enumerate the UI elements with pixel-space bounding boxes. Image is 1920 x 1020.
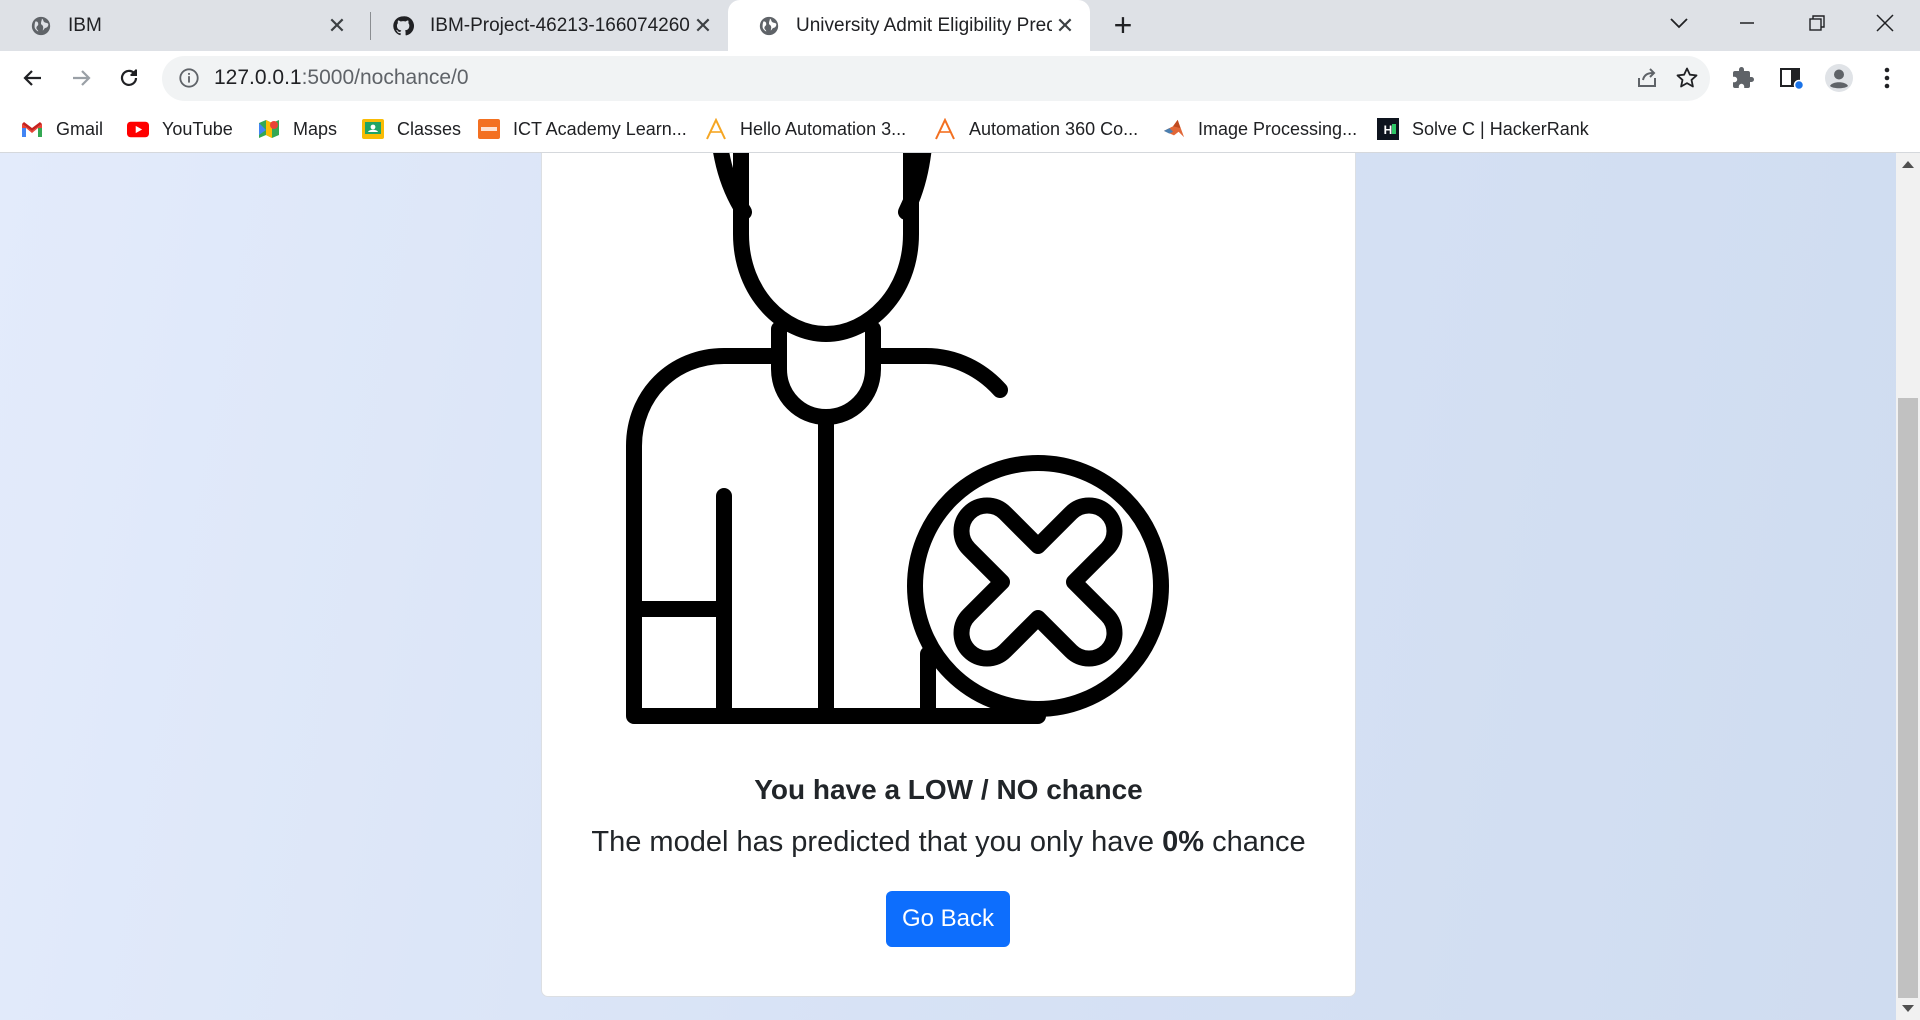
chance-value: 0% bbox=[1162, 826, 1205, 858]
scroll-up-arrow-icon[interactable] bbox=[1902, 161, 1914, 168]
minimize-icon[interactable] bbox=[1727, 8, 1767, 38]
bookmark-classes[interactable]: Classes bbox=[362, 114, 461, 144]
bookmark-star-icon[interactable] bbox=[1672, 63, 1702, 93]
page-scrollbar[interactable] bbox=[1896, 153, 1920, 1020]
classroom-icon bbox=[362, 118, 384, 140]
bookmark-hello-automation[interactable]: Hello Automation 3... bbox=[705, 114, 906, 144]
automation-anywhere-icon bbox=[934, 118, 956, 140]
globe-icon bbox=[759, 16, 779, 35]
close-icon[interactable]: ✕ bbox=[324, 13, 350, 39]
url-path: :5000/nochance/0 bbox=[301, 66, 469, 89]
bookmark-gmail[interactable]: Gmail bbox=[21, 114, 103, 144]
gmail-icon bbox=[21, 118, 43, 140]
profile-avatar-icon[interactable] bbox=[1824, 63, 1854, 93]
go-back-button[interactable]: Go Back bbox=[886, 891, 1010, 947]
hackerrank-icon: H bbox=[1377, 118, 1399, 140]
bookmark-ict-academy[interactable]: ICT Academy Learn... bbox=[478, 114, 687, 144]
forward-icon[interactable] bbox=[64, 61, 98, 95]
close-icon[interactable]: ✕ bbox=[690, 13, 716, 39]
bookmark-label: Hello Automation 3... bbox=[740, 118, 907, 139]
result-description-suffix: chance bbox=[1204, 826, 1306, 858]
scroll-down-arrow-icon[interactable] bbox=[1902, 1005, 1914, 1012]
result-description: The model has predicted that you only ha… bbox=[542, 826, 1355, 859]
bookmark-label: YouTube bbox=[162, 118, 233, 139]
result-description-prefix: The model has predicted that you only ha… bbox=[591, 826, 1163, 858]
url-host: 127.0.0.1 bbox=[214, 66, 302, 89]
address-bar[interactable]: 127.0.0.1:5000/nochance/0 bbox=[162, 56, 1710, 101]
browser-toolbar: 127.0.0.1:5000/nochance/0 bbox=[0, 51, 1920, 106]
bookmark-hackerrank[interactable]: H Solve C | HackerRank bbox=[1377, 114, 1589, 144]
close-icon[interactable]: ✕ bbox=[1052, 13, 1078, 39]
github-icon bbox=[393, 15, 414, 35]
person-rejected-icon bbox=[626, 153, 1169, 724]
extensions-icon[interactable] bbox=[1728, 63, 1758, 93]
ict-academy-icon bbox=[478, 118, 500, 140]
tab-github[interactable]: IBM-Project-46213-1660742603/ ✕ bbox=[362, 0, 728, 51]
tab-search-icon[interactable] bbox=[1659, 8, 1699, 38]
info-icon[interactable] bbox=[178, 67, 200, 89]
back-icon[interactable] bbox=[16, 61, 50, 95]
matlab-icon bbox=[1163, 118, 1185, 140]
tab-ibm[interactable]: IBM ✕ bbox=[0, 0, 362, 51]
tab-strip: IBM ✕ IBM-Project-46213-1660742603/ ✕ Un… bbox=[0, 0, 1920, 51]
side-panel-icon[interactable] bbox=[1776, 63, 1806, 93]
bookmark-label: Maps bbox=[293, 118, 338, 139]
tab-title: University Admit Eligibility Predic bbox=[796, 14, 1052, 36]
tab-title: IBM bbox=[68, 14, 102, 36]
bookmark-label: Automation 360 Co... bbox=[969, 118, 1139, 139]
bookmark-automation-360[interactable]: Automation 360 Co... bbox=[934, 114, 1138, 144]
tab-university-admit[interactable]: University Admit Eligibility Predic ✕ bbox=[728, 0, 1090, 51]
bookmark-image-processing[interactable]: Image Processing... bbox=[1163, 114, 1357, 144]
bookmark-label: Gmail bbox=[56, 118, 104, 139]
new-tab-button[interactable]: + bbox=[1108, 9, 1138, 41]
result-card: You have a LOW / NO chance The model has… bbox=[541, 153, 1356, 997]
svg-text:H: H bbox=[1384, 123, 1393, 137]
automation-anywhere-icon bbox=[705, 118, 727, 140]
url-text[interactable]: 127.0.0.1:5000/nochance/0 bbox=[214, 66, 469, 90]
bookmark-maps[interactable]: Maps bbox=[258, 114, 337, 144]
bookmark-label: Solve C | HackerRank bbox=[1412, 118, 1589, 139]
bookmark-youtube[interactable]: YouTube bbox=[127, 114, 233, 144]
youtube-icon bbox=[127, 118, 149, 140]
page-viewport: You have a LOW / NO chance The model has… bbox=[0, 153, 1896, 1020]
bookmark-label: Classes bbox=[397, 118, 462, 139]
restore-icon[interactable] bbox=[1797, 8, 1837, 38]
globe-icon bbox=[31, 16, 51, 35]
close-window-icon[interactable] bbox=[1865, 8, 1905, 38]
bookmark-label: ICT Academy Learn... bbox=[513, 118, 687, 139]
reload-icon[interactable] bbox=[112, 61, 146, 95]
result-heading: You have a LOW / NO chance bbox=[754, 774, 1143, 805]
maps-icon bbox=[258, 118, 280, 140]
bookmarks-bar: Gmail YouTube Maps Classes ICT Academy L… bbox=[0, 106, 1920, 153]
share-icon[interactable] bbox=[1632, 63, 1662, 93]
tab-title: IBM-Project-46213-1660742603/ bbox=[430, 14, 690, 36]
menu-icon[interactable] bbox=[1872, 63, 1902, 93]
scrollbar-thumb[interactable] bbox=[1898, 398, 1918, 998]
bookmark-label: Image Processing... bbox=[1198, 118, 1358, 139]
